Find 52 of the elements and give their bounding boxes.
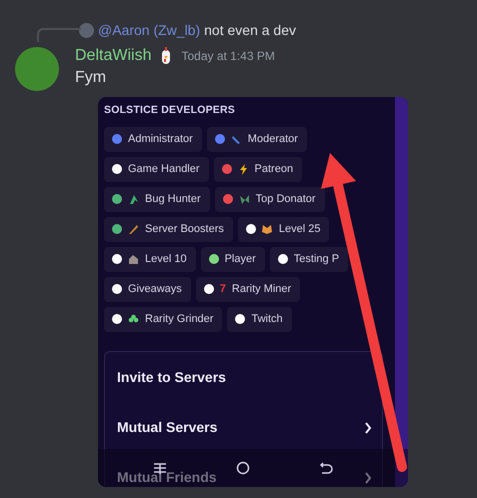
- feather-icon: [128, 224, 139, 235]
- role-name: Giveaways: [128, 282, 182, 297]
- role-tag[interactable]: Patreon: [214, 156, 302, 182]
- role-name: Moderator: [248, 132, 298, 147]
- reply-author[interactable]: @Aaron (Zw_lb): [98, 20, 200, 40]
- role-name: Rarity Grinder: [145, 312, 214, 327]
- role-name: Player: [224, 252, 256, 267]
- screenshot-attachment[interactable]: [98, 97, 408, 487]
- role-tag[interactable]: Administrator: [104, 126, 202, 152]
- fox-icon: [262, 224, 273, 235]
- role-tag[interactable]: Top Donator: [214, 186, 325, 212]
- role-tag[interactable]: Twitch: [227, 306, 292, 332]
- seven-emoji: 7: [220, 282, 226, 297]
- menu-item[interactable]: Invite to Servers: [117, 367, 226, 388]
- role-tag[interactable]: Server Boosters: [104, 216, 233, 242]
- house-icon: [128, 254, 139, 265]
- username[interactable]: DeltaWiish: [75, 44, 152, 68]
- role-name: Bug Hunter: [145, 192, 201, 207]
- role-name: Twitch: [251, 312, 283, 327]
- role-name: Level 10: [145, 252, 187, 267]
- role-name: Testing P: [294, 252, 340, 267]
- role-name: Top Donator: [256, 192, 316, 207]
- role-tag[interactable]: Testing P: [270, 246, 348, 272]
- menu-item[interactable]: Mutual Friends: [117, 467, 217, 487]
- role-name: Server Boosters: [145, 222, 224, 237]
- role-tag[interactable]: Level 25: [238, 216, 330, 242]
- message-text: Fym: [75, 68, 108, 88]
- role-name: Game Handler: [128, 162, 200, 177]
- role-name: Rarity Miner: [232, 282, 292, 297]
- menu-item[interactable]: Mutual Servers: [117, 417, 218, 438]
- reply-text: not even a dev: [204, 20, 296, 40]
- timestamp: Today at 1:43 PM: [181, 48, 275, 65]
- sprout-icon: [128, 194, 139, 205]
- clover-icon: [128, 314, 139, 325]
- role-tag[interactable]: Giveaways: [104, 276, 191, 302]
- section-title: SOLSTICE DEVELOPERS: [104, 103, 236, 118]
- role-name: Level 25: [278, 222, 320, 237]
- crystal-icon: [230, 134, 242, 145]
- role-tag[interactable]: Player: [200, 246, 265, 272]
- avatar-photo-placeholder[interactable]: [15, 47, 59, 91]
- role-tag[interactable]: Bug Hunter: [104, 186, 210, 212]
- leaves-icon: [238, 194, 250, 205]
- bolt-icon: [238, 164, 249, 175]
- role-tag[interactable]: 7 Rarity Miner: [196, 276, 300, 302]
- role-tag[interactable]: Game Handler: [104, 156, 209, 182]
- role-name: Patreon: [254, 162, 294, 177]
- role-tag[interactable]: Moderator: [206, 126, 307, 152]
- role-tag[interactable]: Level 10: [104, 246, 196, 272]
- role-name: Administrator: [128, 132, 193, 147]
- home-icon[interactable]: [236, 461, 250, 475]
- role-tag[interactable]: Rarity Grinder: [104, 306, 222, 332]
- back-icon[interactable]: [319, 462, 334, 474]
